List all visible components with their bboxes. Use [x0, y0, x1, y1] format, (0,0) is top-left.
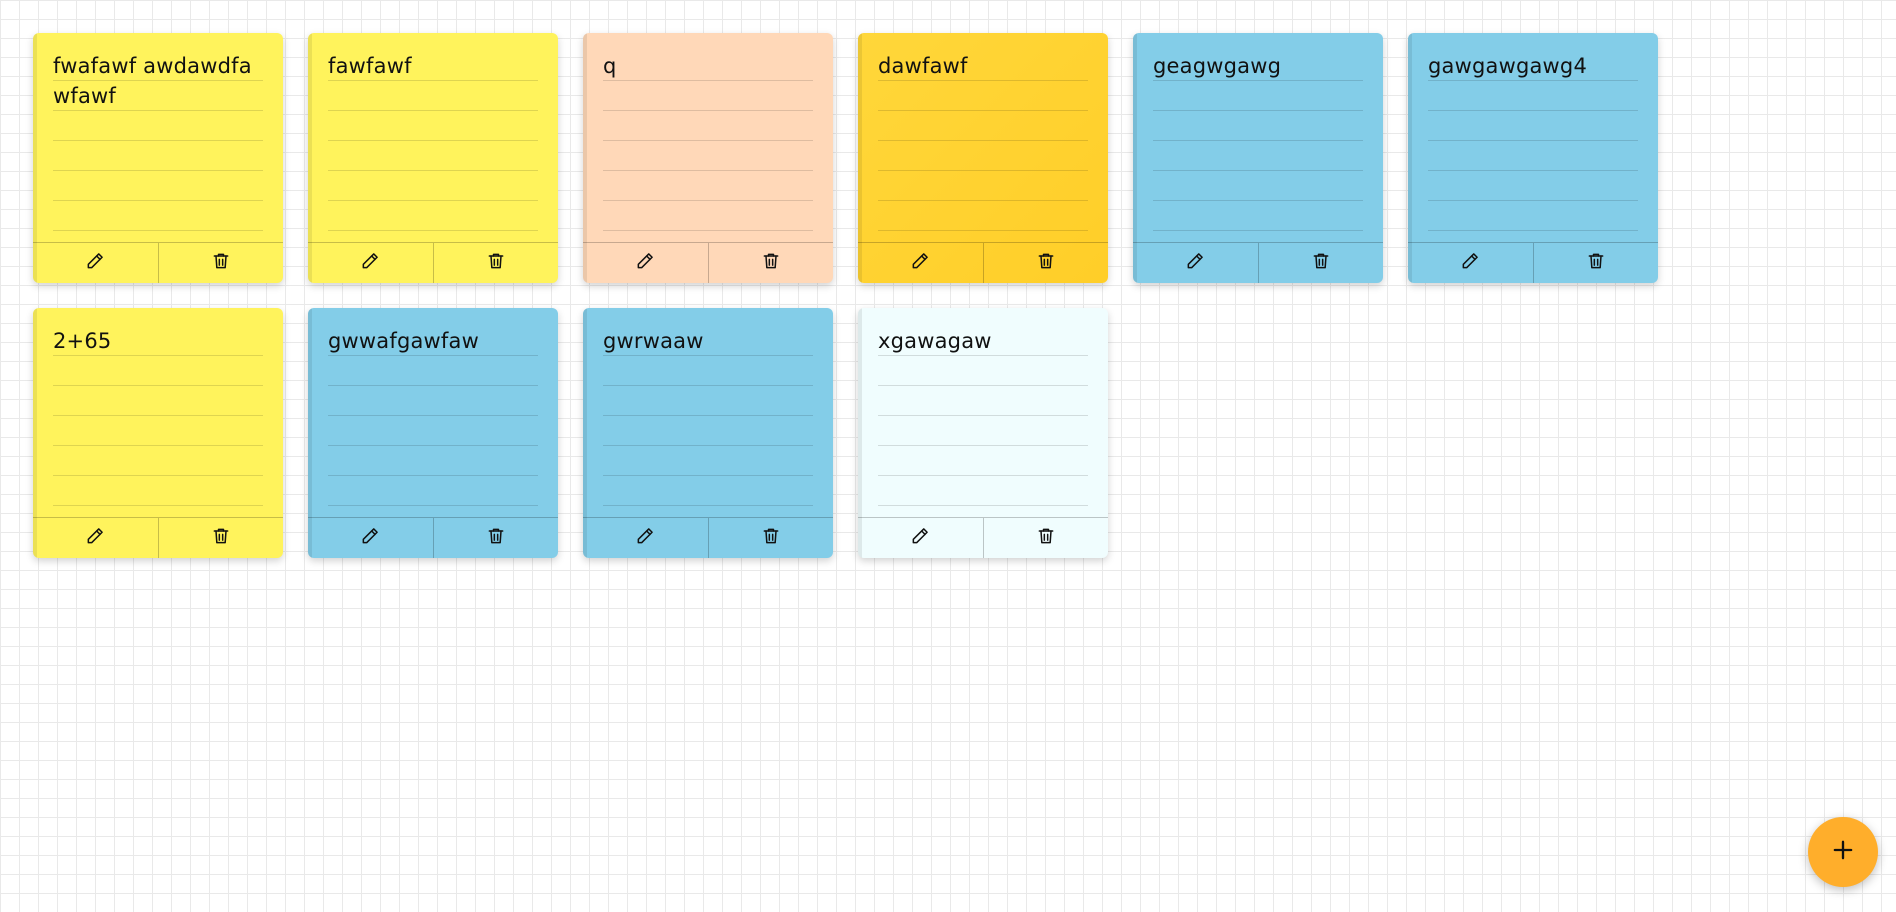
note-text: xgawagaw: [878, 329, 992, 353]
trash-icon: [486, 526, 506, 550]
pencil-icon: [360, 526, 380, 550]
note-text: gwrwaaw: [603, 329, 704, 353]
note-text: gawgawgawg4: [1428, 54, 1588, 78]
delete-note-button[interactable]: [432, 243, 559, 283]
edit-note-button[interactable]: [1408, 243, 1533, 283]
delete-note-button[interactable]: [707, 243, 834, 283]
note-body: q: [603, 51, 813, 231]
note-body: 2+65: [53, 326, 263, 506]
note-actions: [583, 242, 833, 283]
pencil-icon: [85, 526, 105, 550]
edit-note-button[interactable]: [858, 518, 983, 558]
note-card[interactable]: q: [583, 33, 833, 283]
note-card[interactable]: 2+65: [33, 308, 283, 558]
edit-note-button[interactable]: [1133, 243, 1258, 283]
trash-icon: [761, 526, 781, 550]
note-actions: [583, 517, 833, 558]
note-text: geagwgawg: [1153, 54, 1282, 78]
note-text: gwwafgawfaw: [328, 329, 479, 353]
note-body: fawfawf: [328, 51, 538, 231]
trash-icon: [1036, 251, 1056, 275]
pencil-icon: [635, 251, 655, 275]
note-text: q: [603, 54, 617, 78]
note-text: fwafawf awdawdfa wfawf: [53, 54, 252, 108]
note-body: gwwafgawfaw: [328, 326, 538, 506]
edit-note-button[interactable]: [583, 243, 708, 283]
pencil-icon: [85, 251, 105, 275]
trash-icon: [1586, 251, 1606, 275]
delete-note-button[interactable]: [1257, 243, 1384, 283]
note-text: fawfawf: [328, 54, 412, 78]
note-body: xgawagaw: [878, 326, 1088, 506]
delete-note-button[interactable]: [982, 518, 1109, 558]
note-card[interactable]: gawgawgawg4: [1408, 33, 1658, 283]
note-actions: [1408, 242, 1658, 283]
add-note-button[interactable]: [1808, 817, 1878, 887]
note-body: gawgawgawg4: [1428, 51, 1638, 231]
trash-icon: [761, 251, 781, 275]
pencil-icon: [635, 526, 655, 550]
note-card[interactable]: gwwafgawfaw: [308, 308, 558, 558]
note-body: dawfawf: [878, 51, 1088, 231]
edit-note-button[interactable]: [858, 243, 983, 283]
notes-board: fwafawf awdawdfa wfawf fawfawf q dawfawf…: [33, 33, 1658, 558]
note-card[interactable]: dawfawf: [858, 33, 1108, 283]
note-body: geagwgawg: [1153, 51, 1363, 231]
note-body: gwrwaaw: [603, 326, 813, 506]
delete-note-button[interactable]: [1532, 243, 1659, 283]
trash-icon: [1036, 526, 1056, 550]
note-text: 2+65: [53, 329, 112, 353]
edit-note-button[interactable]: [583, 518, 708, 558]
note-actions: [33, 242, 283, 283]
trash-icon: [486, 251, 506, 275]
note-actions: [1133, 242, 1383, 283]
trash-icon: [211, 251, 231, 275]
delete-note-button[interactable]: [707, 518, 834, 558]
pencil-icon: [360, 251, 380, 275]
edit-note-button[interactable]: [308, 243, 433, 283]
pencil-icon: [910, 526, 930, 550]
plus-icon: [1829, 836, 1857, 868]
note-actions: [308, 242, 558, 283]
delete-note-button[interactable]: [982, 243, 1109, 283]
pencil-icon: [910, 251, 930, 275]
note-card[interactable]: gwrwaaw: [583, 308, 833, 558]
delete-note-button[interactable]: [432, 518, 559, 558]
pencil-icon: [1460, 251, 1480, 275]
trash-icon: [1311, 251, 1331, 275]
note-card[interactable]: fawfawf: [308, 33, 558, 283]
edit-note-button[interactable]: [308, 518, 433, 558]
note-actions: [858, 242, 1108, 283]
edit-note-button[interactable]: [33, 518, 158, 558]
delete-note-button[interactable]: [157, 243, 284, 283]
note-actions: [308, 517, 558, 558]
trash-icon: [211, 526, 231, 550]
note-card[interactable]: geagwgawg: [1133, 33, 1383, 283]
note-card[interactable]: fwafawf awdawdfa wfawf: [33, 33, 283, 283]
note-actions: [858, 517, 1108, 558]
edit-note-button[interactable]: [33, 243, 158, 283]
note-card[interactable]: xgawagaw: [858, 308, 1108, 558]
note-text: dawfawf: [878, 54, 968, 78]
note-body: fwafawf awdawdfa wfawf: [53, 51, 263, 231]
delete-note-button[interactable]: [157, 518, 284, 558]
note-actions: [33, 517, 283, 558]
pencil-icon: [1185, 251, 1205, 275]
